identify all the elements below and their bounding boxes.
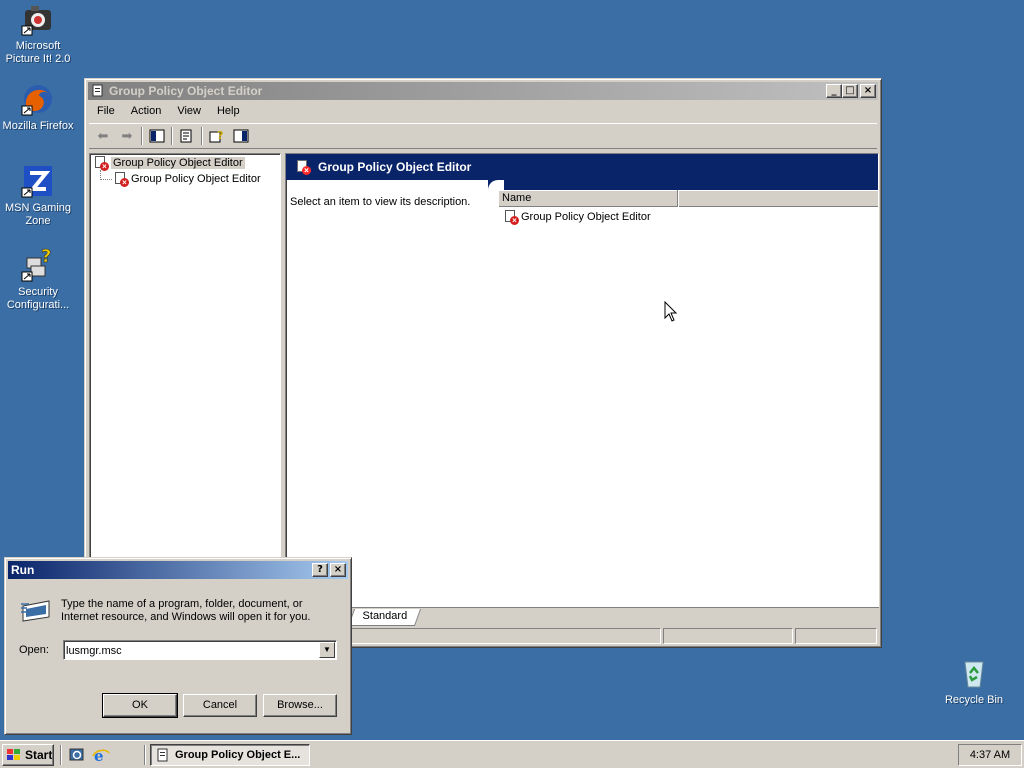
- menu-bar: File Action View Help: [89, 103, 248, 121]
- status-cell: [795, 628, 877, 644]
- desktop-icon-label: MSN Gaming Zone: [4, 202, 72, 227]
- start-label: Start: [25, 748, 53, 762]
- security-config-icon: ?: [21, 246, 55, 282]
- menu-help[interactable]: Help: [209, 103, 248, 121]
- tree-item-root[interactable]: × Group Policy Object Editor: [94, 155, 245, 171]
- desktop-icon-label: Microsoft Picture It! 2.0: [5, 40, 71, 65]
- description-text: Select an item to view its description.: [290, 196, 471, 208]
- export-list-icon[interactable]: [177, 126, 197, 146]
- system-tray-clock[interactable]: 4:37 AM: [958, 744, 1022, 766]
- list-item-label: Group Policy Object Editor: [521, 211, 651, 223]
- cancel-button[interactable]: Cancel: [183, 694, 257, 717]
- menu-action[interactable]: Action: [123, 103, 170, 121]
- menu-view[interactable]: View: [169, 103, 209, 121]
- dropdown-arrow-icon[interactable]: ▼: [319, 642, 335, 658]
- toolbar-separator: [201, 127, 203, 145]
- gpo-icon: ×: [114, 172, 129, 187]
- show-desktop-icon[interactable]: [68, 747, 86, 763]
- close-button[interactable]: ×: [330, 563, 346, 577]
- quicklaunch-separator: [60, 745, 62, 765]
- desktop-icon-msn-gaming-zone[interactable]: MSN Gaming Zone: [0, 164, 76, 228]
- recycle-bin-icon: [957, 656, 991, 690]
- firefox-icon: [21, 82, 55, 116]
- toolbar: ⬅ ➡ ?: [89, 123, 877, 149]
- tree-item-child[interactable]: × Group Policy Object Editor: [114, 171, 261, 187]
- browse-button[interactable]: Browse...: [263, 694, 337, 717]
- maximize-button[interactable]: □: [842, 84, 858, 98]
- run-dialog[interactable]: Run ? × Type the name of a program, fold…: [4, 557, 352, 735]
- toolbar-separator: [141, 127, 143, 145]
- taskbar-button-gpo[interactable]: Group Policy Object E...: [150, 744, 310, 766]
- msn-gaming-zone-icon: [21, 164, 55, 198]
- ok-button[interactable]: OK: [102, 693, 178, 718]
- back-arrow-icon[interactable]: ⬅: [93, 126, 113, 146]
- status-cell: [663, 628, 793, 644]
- picture-it-icon: [21, 2, 55, 36]
- show-hide-tree-icon[interactable]: [147, 126, 167, 146]
- banner-tail-curve: [488, 180, 504, 190]
- desktop-icon-label: Recycle Bin: [944, 694, 1004, 706]
- window-title: Group Policy Object Editor: [109, 84, 263, 98]
- list-header: Name: [498, 190, 878, 207]
- taskbar: Start e Group Policy Object E... 4:37 AM: [0, 740, 1024, 768]
- help-icon[interactable]: ?: [207, 126, 227, 146]
- tab-strip: Standard: [285, 607, 879, 627]
- desktop-icon-recycle-bin[interactable]: Recycle Bin: [936, 656, 1012, 707]
- start-button[interactable]: Start: [2, 744, 54, 766]
- tab-label: Standard: [362, 610, 408, 622]
- open-label: Open:: [19, 644, 49, 656]
- taskbar-button-label: Group Policy Object E...: [175, 749, 301, 761]
- column-header-blank: [678, 190, 878, 207]
- tree-item-label: Group Policy Object Editor: [111, 157, 245, 169]
- gpo-title-bar[interactable]: Group Policy Object Editor _ □ ×: [88, 82, 878, 100]
- open-input[interactable]: [66, 643, 318, 658]
- gpo-icon: ×: [94, 156, 109, 171]
- menu-file[interactable]: File: [89, 103, 123, 121]
- detail-banner: × Group Policy Object Editor: [286, 154, 878, 180]
- run-dialog-title: Run: [11, 563, 35, 577]
- quicklaunch-separator: [144, 745, 146, 765]
- desktop-icon-label: Mozilla Firefox: [2, 120, 74, 132]
- svg-text:?: ?: [217, 129, 223, 142]
- gpo-icon: ×: [504, 210, 519, 225]
- svg-text:?: ?: [41, 248, 51, 267]
- minimize-button[interactable]: _: [826, 84, 842, 98]
- desktop-icon-security-config[interactable]: ? Security Configurati...: [0, 246, 76, 312]
- gpo-icon: ×: [296, 160, 311, 175]
- mouse-pointer-icon: [664, 300, 678, 323]
- desktop-icon-label: Security Configurati...: [6, 286, 70, 311]
- forward-arrow-icon[interactable]: ➡: [117, 126, 137, 146]
- desktop-icon-picture-it[interactable]: Microsoft Picture It! 2.0: [0, 2, 76, 66]
- run-icon: [19, 598, 53, 624]
- windows-logo-icon: [6, 748, 22, 762]
- run-title-bar[interactable]: Run ? ×: [8, 561, 348, 579]
- desktop-icon-firefox[interactable]: Mozilla Firefox: [0, 82, 76, 133]
- gpo-app-icon: [155, 748, 171, 762]
- tab-standard[interactable]: Standard: [347, 609, 421, 626]
- close-button[interactable]: ×: [860, 84, 876, 98]
- open-combobox[interactable]: ▼: [63, 640, 337, 660]
- banner-tail: [488, 180, 878, 190]
- tree-item-label: Group Policy Object Editor: [131, 173, 261, 185]
- banner-title: Group Policy Object Editor: [318, 160, 472, 174]
- ie-quicklaunch-icon[interactable]: e: [92, 747, 110, 765]
- show-action-pane-icon[interactable]: [231, 126, 251, 146]
- tree-connector: [100, 170, 112, 180]
- toolbar-separator: [171, 127, 173, 145]
- list-item[interactable]: × Group Policy Object Editor: [504, 209, 651, 225]
- svg-text:e: e: [94, 747, 104, 763]
- run-prompt: Type the name of a program, folder, docu…: [61, 598, 311, 623]
- help-button[interactable]: ?: [312, 563, 328, 577]
- column-header-name[interactable]: Name: [498, 190, 678, 207]
- detail-pane[interactable]: × Group Policy Object Editor Select an i…: [285, 153, 879, 607]
- gpo-app-icon: [91, 84, 105, 98]
